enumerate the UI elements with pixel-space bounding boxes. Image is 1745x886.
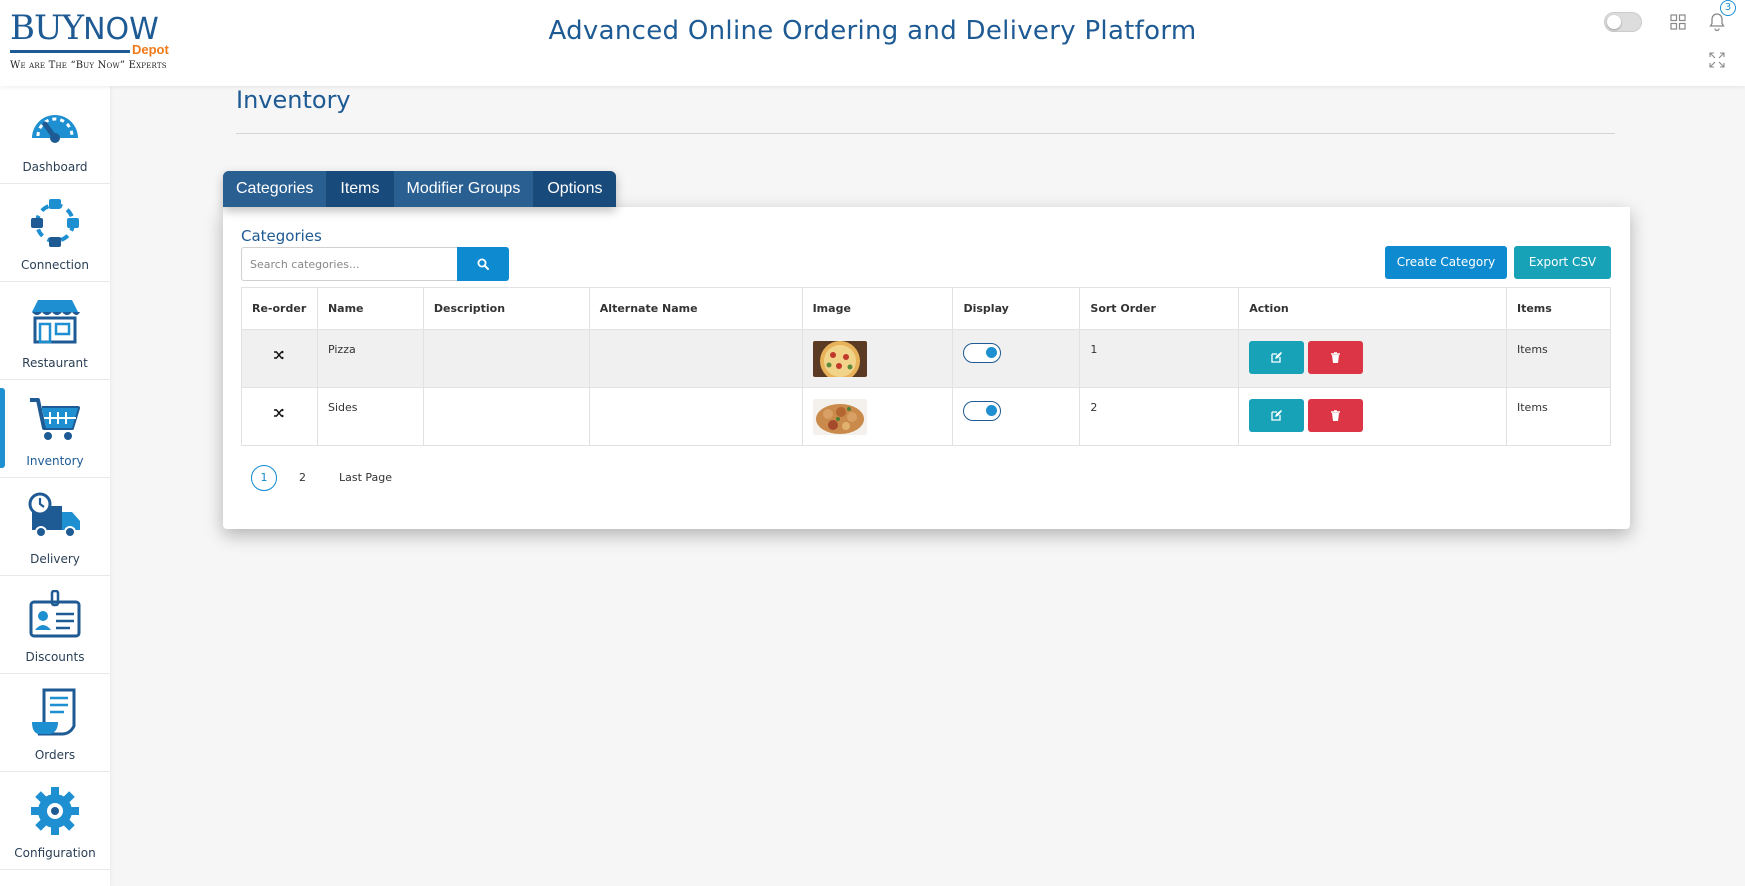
- inventory-tabs: Categories Items Modifier Groups Options: [223, 171, 617, 207]
- sidebar-item-orders[interactable]: Orders: [0, 674, 110, 772]
- edit-icon: [1271, 352, 1283, 363]
- sidebar-item-dashboard[interactable]: Dashboard: [0, 86, 110, 184]
- apps-grid-icon[interactable]: [1670, 14, 1686, 30]
- edit-button[interactable]: [1249, 399, 1305, 432]
- search-input[interactable]: [242, 248, 458, 280]
- cell-items-link[interactable]: Items: [1506, 329, 1611, 388]
- shuffle-icon[interactable]: [273, 349, 285, 361]
- search-button[interactable]: [457, 247, 509, 281]
- cell-description: [422, 387, 590, 446]
- display-toggle[interactable]: [963, 343, 1002, 363]
- delivery-truck-icon: [28, 492, 80, 538]
- cell-name: Sides: [316, 387, 424, 446]
- export-csv-button[interactable]: Export CSV: [1514, 246, 1611, 279]
- fullscreen-icon[interactable]: [1709, 52, 1725, 68]
- col-action: Action: [1238, 287, 1507, 330]
- edit-icon: [1271, 410, 1283, 421]
- search-icon: [477, 258, 489, 270]
- storefront-icon: [32, 300, 80, 344]
- tab-options[interactable]: Options: [534, 171, 617, 207]
- sidebar: Dashboard Connection Restaurant Inventor…: [0, 86, 110, 886]
- cell-display: [952, 329, 1081, 388]
- cart-icon: [30, 398, 80, 440]
- cell-display: [952, 387, 1081, 446]
- sidebar-item-delivery[interactable]: Delivery: [0, 478, 110, 576]
- top-header: BUYNOW Depot We are The “Buy Now” Expert…: [0, 0, 1745, 86]
- sidebar-item-restaurant[interactable]: Restaurant: [0, 282, 110, 380]
- gear-icon: [31, 787, 79, 835]
- cell-sort-order: 2: [1079, 387, 1240, 446]
- notification-badge: 3: [1720, 0, 1736, 16]
- page-title: Inventory: [236, 86, 351, 114]
- table-row: Sides 2 Items: [241, 387, 1611, 446]
- cell-action: [1238, 387, 1507, 446]
- last-page-button[interactable]: Last Page: [339, 465, 392, 491]
- page-2-button[interactable]: 2: [299, 465, 306, 491]
- id-card-icon: [29, 590, 81, 638]
- search-box: [241, 247, 458, 281]
- trash-icon: [1331, 410, 1341, 421]
- cell-description: [422, 329, 590, 388]
- col-sort-order[interactable]: Sort Order: [1079, 287, 1240, 330]
- logo-tagline: We are The “Buy Now” Experts: [10, 60, 167, 71]
- cell-alternate-name: [588, 329, 803, 388]
- sidebar-item-connection[interactable]: Connection: [0, 184, 110, 282]
- logo-underline: [10, 50, 130, 53]
- sides-thumbnail[interactable]: [812, 399, 867, 435]
- delete-button[interactable]: [1308, 399, 1364, 432]
- col-display: Display: [952, 287, 1081, 330]
- col-items: Items: [1506, 287, 1611, 330]
- col-description: Description: [422, 287, 590, 330]
- sidebar-item-configuration[interactable]: Configuration: [0, 772, 110, 870]
- tab-modifier-groups[interactable]: Modifier Groups: [393, 171, 535, 207]
- reorder-cell: [241, 329, 318, 388]
- cell-image: [801, 329, 954, 388]
- receipt-icon: [32, 688, 76, 736]
- table-row: Pizza 1 Items: [241, 329, 1611, 388]
- col-name[interactable]: Name: [316, 287, 424, 330]
- sidebar-item-inventory[interactable]: Inventory: [0, 380, 110, 478]
- panel-title: Categories: [241, 227, 322, 245]
- sidebar-item-discounts[interactable]: Discounts: [0, 576, 110, 674]
- title-divider: [236, 133, 1615, 134]
- page-1-button[interactable]: 1: [251, 465, 277, 491]
- theme-toggle[interactable]: [1604, 12, 1642, 32]
- reorder-cell: [241, 387, 318, 446]
- table-header-row: Re-order Name Description Alternate Name…: [241, 287, 1611, 330]
- cell-alternate-name: [588, 387, 803, 446]
- display-toggle[interactable]: [963, 401, 1002, 421]
- cell-sort-order: 1: [1079, 329, 1240, 388]
- categories-table: Re-order Name Description Alternate Name…: [241, 287, 1611, 446]
- cell-image: [801, 387, 954, 446]
- delete-button[interactable]: [1308, 341, 1364, 374]
- cell-name: Pizza: [316, 329, 424, 388]
- trash-icon: [1331, 352, 1341, 363]
- speedometer-icon: [32, 115, 78, 143]
- col-image: Image: [801, 287, 954, 330]
- tab-items[interactable]: Items: [327, 171, 394, 207]
- categories-panel: Categories Create Category Export CSV Re…: [223, 207, 1630, 529]
- cell-action: [1238, 329, 1507, 388]
- shuffle-icon[interactable]: [273, 407, 285, 419]
- edit-button[interactable]: [1249, 341, 1305, 374]
- tab-categories[interactable]: Categories: [223, 171, 328, 207]
- create-category-button[interactable]: Create Category: [1385, 246, 1507, 279]
- col-reorder: Re-order: [241, 287, 318, 330]
- connection-icon: [31, 199, 79, 247]
- app-title: Advanced Online Ordering and Delivery Pl…: [548, 16, 1197, 46]
- pizza-thumbnail[interactable]: [812, 341, 867, 381]
- cell-items-link[interactable]: Items: [1506, 387, 1611, 446]
- col-alternate-name: Alternate Name: [588, 287, 803, 330]
